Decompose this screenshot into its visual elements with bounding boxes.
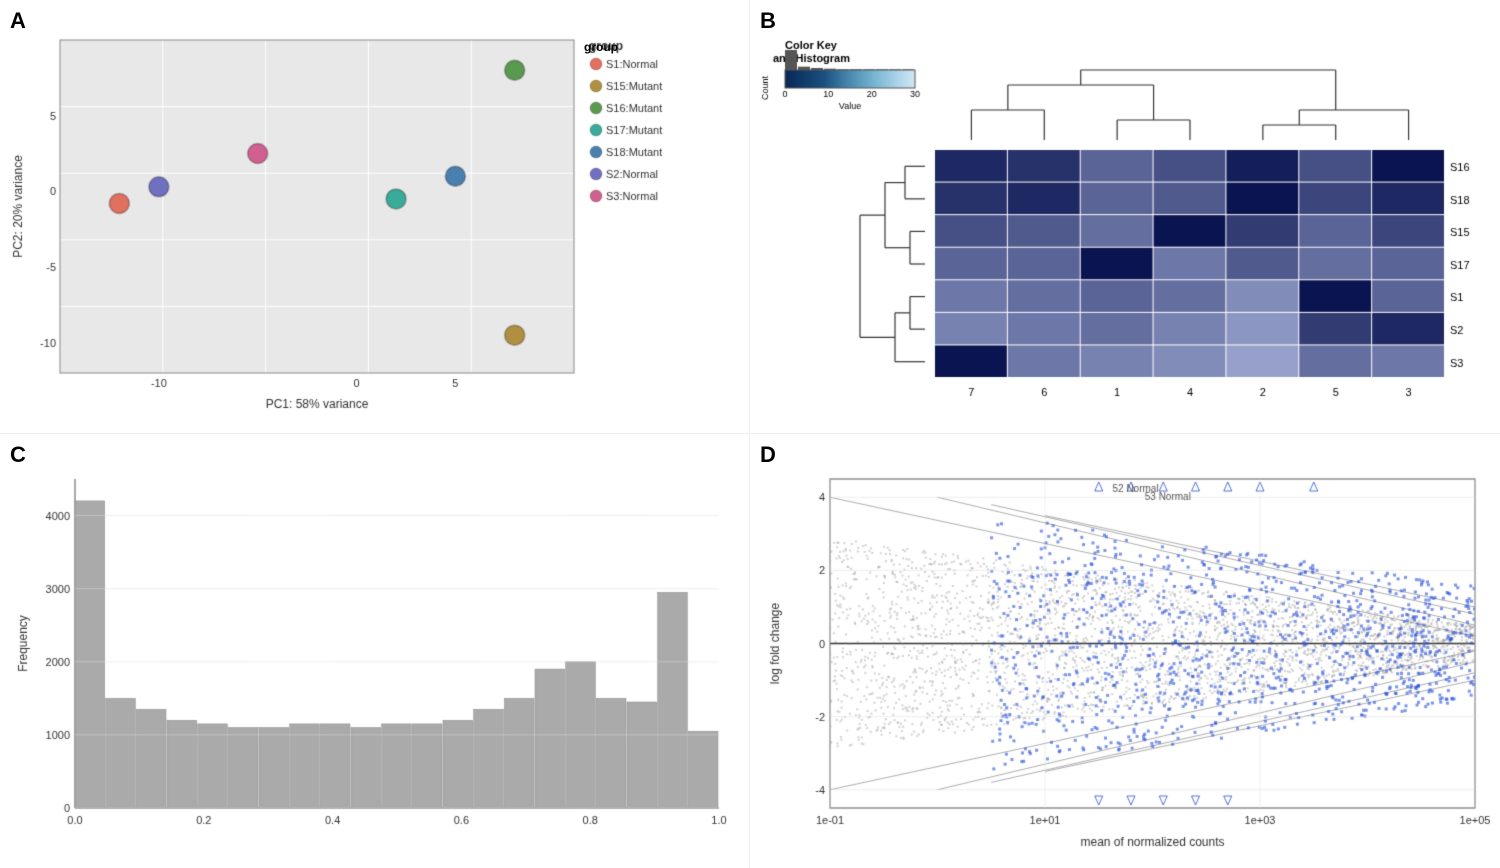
panel-b: B bbox=[750, 0, 1500, 434]
pca-container: group bbox=[10, 30, 739, 423]
panel-d: D bbox=[750, 434, 1500, 868]
heatmap-container bbox=[755, 30, 1495, 428]
pca-legend-title: group bbox=[584, 40, 739, 54]
pca-legend: group bbox=[584, 40, 739, 58]
panel-c: C bbox=[0, 434, 750, 868]
heatmap-canvas bbox=[755, 30, 1495, 428]
panel-a: A group bbox=[0, 0, 750, 434]
ma-container bbox=[765, 464, 1490, 858]
ma-canvas bbox=[765, 464, 1490, 858]
hist-container bbox=[15, 464, 734, 853]
hist-canvas bbox=[15, 464, 734, 853]
pca-canvas bbox=[10, 30, 739, 423]
